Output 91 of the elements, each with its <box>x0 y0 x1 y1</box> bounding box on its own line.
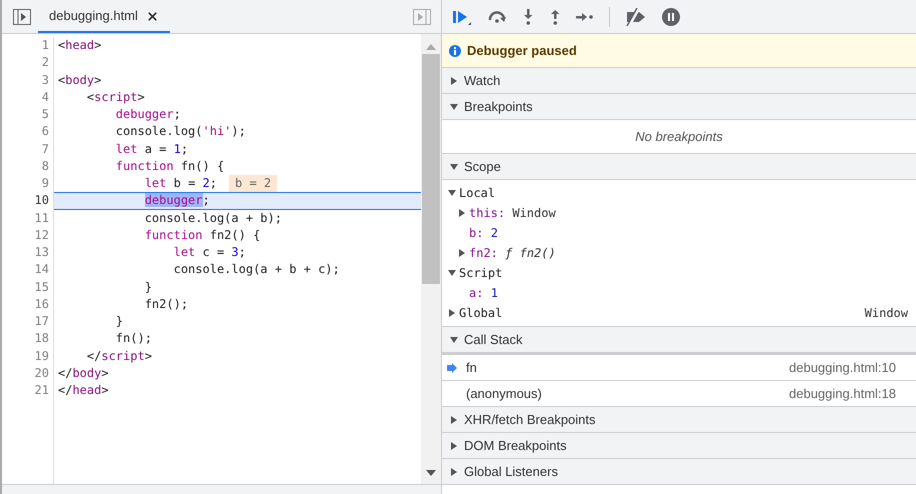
file-tab[interactable]: debugging.html <box>38 1 170 33</box>
line-number: 7 <box>40 140 50 158</box>
expanded-triangle-icon[interactable] <box>448 269 456 277</box>
pause-icon[interactable] <box>662 8 680 26</box>
navigator-toggle-icon[interactable] <box>13 9 31 25</box>
code-line: function fn() { <box>114 158 224 175</box>
expanded-triangle-icon[interactable] <box>450 102 458 110</box>
section-header[interactable]: Global Listeners <box>442 459 916 485</box>
frame-location[interactable]: debugging.html:10 <box>789 358 896 378</box>
collapsed-triangle-icon[interactable] <box>450 468 458 476</box>
line-number: 6 <box>40 123 50 140</box>
step-over-icon[interactable] <box>487 10 507 24</box>
scope-value: Window <box>864 305 908 322</box>
code-line: </script> <box>86 348 152 364</box>
line-number: 4 <box>40 88 50 106</box>
step-icon[interactable] <box>576 12 594 22</box>
line-number: 12 <box>34 226 50 244</box>
line-number: 16 <box>34 296 50 313</box>
expanded-triangle-icon[interactable] <box>448 189 456 197</box>
code-line: </head> <box>58 382 109 399</box>
line-number: 20 <box>34 364 50 382</box>
line-number: 1 <box>40 37 50 54</box>
section-header[interactable]: Breakpoints <box>442 94 916 120</box>
section-header[interactable]: DOM Breakpoints <box>442 433 916 459</box>
section-header[interactable]: Watch <box>442 68 916 94</box>
line-number: 8 <box>40 158 50 175</box>
collapsed-triangle-icon[interactable] <box>458 249 466 257</box>
line-number: 9 <box>40 175 50 192</box>
expanded-triangle-icon[interactable] <box>450 162 458 170</box>
section-header[interactable]: Call Stack <box>442 327 916 353</box>
line-number: 18 <box>34 330 50 348</box>
line-number: 11 <box>34 210 50 226</box>
scope-name[interactable]: Script <box>459 264 502 282</box>
line-number: 10 <box>34 192 50 210</box>
code-line: fn(); <box>114 330 152 348</box>
close-icon[interactable] <box>146 10 159 22</box>
collapsed-triangle-icon[interactable] <box>450 442 458 450</box>
step-into-icon[interactable] <box>522 8 534 24</box>
code-line: } <box>114 313 124 330</box>
banner-text: Debugger paused <box>467 42 577 60</box>
collapsed-triangle-icon[interactable] <box>458 209 466 217</box>
frame-location[interactable]: debugging.html:18 <box>789 384 896 404</box>
scope-property[interactable]: b: 2 <box>469 224 498 242</box>
scope-property[interactable]: fn2: ƒ fn2() <box>469 244 556 262</box>
collapsed-triangle-icon[interactable] <box>450 416 458 424</box>
info-icon <box>449 44 461 56</box>
code-line: console.log(a + b + c); <box>172 261 340 278</box>
line-number: 2 <box>40 54 50 72</box>
line-number: 3 <box>40 72 50 88</box>
code-line: debugger; <box>144 192 210 210</box>
debugger-toggle-icon[interactable] <box>413 9 431 25</box>
line-number: 13 <box>34 244 50 261</box>
line-number: 5 <box>40 106 50 123</box>
step-out-icon[interactable] <box>549 8 561 24</box>
code-line: </body> <box>58 364 109 382</box>
frame-name: (anonymous) <box>466 384 542 403</box>
inline-value: b = 2 <box>229 175 278 192</box>
code-line: function fn2() { <box>144 226 260 244</box>
line-number: 19 <box>34 348 50 364</box>
code-line: <head> <box>58 37 102 54</box>
code-line: let c = 3; <box>172 244 246 261</box>
code-line: <body> <box>58 72 102 88</box>
line-number: 21 <box>34 382 50 399</box>
empty-message: No breakpoints <box>635 128 723 146</box>
expanded-triangle-icon[interactable] <box>450 336 458 344</box>
code-line: let a = 1; <box>114 140 188 158</box>
scope-name[interactable]: Local <box>459 184 496 202</box>
code-line: console.log('hi'); <box>114 123 246 140</box>
scrollbar[interactable] <box>421 34 441 484</box>
scroll-down-icon[interactable] <box>426 470 436 476</box>
scope-property[interactable]: this: Window <box>469 204 556 222</box>
code-line: debugger; <box>114 106 181 123</box>
frame-name: fn <box>466 358 477 377</box>
deactivate-breakpoints-icon[interactable] <box>625 8 647 26</box>
scope-name[interactable]: Global <box>459 304 502 322</box>
line-number: 15 <box>34 278 50 296</box>
code-line: <script> <box>86 88 145 106</box>
collapsed-triangle-icon[interactable] <box>448 309 456 317</box>
call-frame[interactable]: fn debugging.html:10 <box>442 355 916 381</box>
collapsed-triangle-icon[interactable] <box>450 76 458 84</box>
scope-property[interactable]: a: 1 <box>469 284 498 302</box>
code-line: } <box>144 278 152 296</box>
code-line: let b = 2; <box>144 175 217 192</box>
resume-icon[interactable] <box>452 8 472 24</box>
section-header[interactable]: Scope <box>442 154 916 180</box>
code-line: fn2(); <box>144 296 188 313</box>
scrollbar-thumb[interactable] <box>422 54 440 284</box>
code-line: console.log(a + b); <box>144 210 282 227</box>
line-number: 17 <box>34 313 50 330</box>
section-header[interactable]: XHR/fetch Breakpoints <box>442 407 916 433</box>
line-number: 14 <box>34 261 50 278</box>
